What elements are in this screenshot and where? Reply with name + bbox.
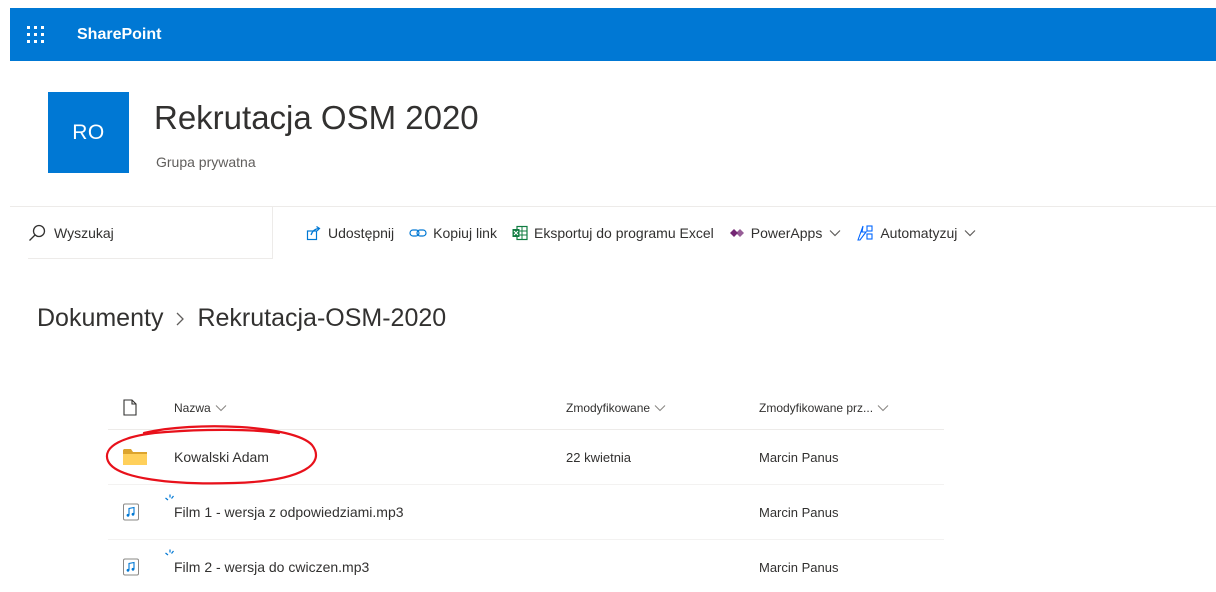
copy-link-label: Kopiuj link bbox=[433, 224, 497, 241]
chevron-down-icon bbox=[654, 404, 666, 411]
powerapps-label: PowerApps bbox=[750, 224, 823, 241]
row-name-cell: Film 2 - wersja do cwiczen.mp3 bbox=[165, 549, 566, 575]
modified-column-label: Zmodyfikowane bbox=[566, 400, 651, 415]
powerapps-menu-button[interactable]: PowerApps bbox=[729, 225, 842, 241]
share-label: Udostępnij bbox=[328, 224, 395, 241]
chevron-down-icon bbox=[829, 229, 841, 236]
file-name-text: Film 2 - wersja do cwiczen.mp3 bbox=[174, 559, 370, 575]
site-logo-text: RO bbox=[72, 120, 105, 144]
link-icon bbox=[409, 228, 427, 237]
site-subtitle: Grupa prywatna bbox=[156, 154, 256, 170]
sharepoint-brand-link[interactable]: SharePoint bbox=[77, 26, 161, 44]
row-modified-by: Marcin Panus bbox=[759, 559, 839, 575]
row-modified: 22 kwietnia bbox=[566, 449, 632, 465]
share-button[interactable]: Udostępnij bbox=[306, 225, 394, 241]
name-column-label: Nazwa bbox=[174, 400, 211, 415]
document-list: Nazwa Zmodyfikowane Zmodyfikowane prz... bbox=[108, 386, 944, 592]
search-icon bbox=[29, 224, 46, 241]
command-bar: Wyszukaj Udostępnij Kopiuj link Eksportu… bbox=[10, 206, 1216, 259]
row-icon-cell bbox=[108, 503, 174, 521]
audio-file-icon bbox=[123, 503, 139, 521]
new-item-icon bbox=[165, 494, 174, 501]
chevron-down-icon bbox=[877, 404, 889, 411]
sharepoint-page: SharePoint RO Rekrutacja OSM 2020 Grupa … bbox=[0, 0, 1216, 592]
breadcrumb: Dokumenty Rekrutacja-OSM-2020 bbox=[37, 304, 446, 333]
red-circle-annotation bbox=[105, 425, 318, 485]
automate-label: Automatyzuj bbox=[880, 224, 958, 241]
chevron-down-icon bbox=[964, 229, 976, 236]
document-icon bbox=[123, 399, 137, 416]
row-name-cell: Film 1 - wersja z odpowiedziami.mp3 bbox=[165, 494, 566, 520]
audio-file-icon bbox=[123, 558, 139, 576]
list-row-file[interactable]: Film 1 - wersja z odpowiedziami.mp3 Marc… bbox=[108, 485, 944, 540]
row-modified-by: Marcin Panus bbox=[759, 449, 839, 465]
chevron-right-icon bbox=[175, 311, 185, 327]
row-icon-cell bbox=[108, 558, 174, 576]
excel-icon bbox=[512, 225, 528, 240]
modified-by-column-label: Zmodyfikowane prz... bbox=[759, 400, 874, 415]
command-items: Udostępnij Kopiuj link Eksportuj do prog… bbox=[306, 207, 991, 258]
file-name-link[interactable]: Film 2 - wersja do cwiczen.mp3 bbox=[165, 549, 370, 575]
automate-icon bbox=[857, 224, 873, 241]
copy-link-button[interactable]: Kopiuj link bbox=[409, 225, 497, 241]
search-placeholder: Wyszukaj bbox=[54, 224, 114, 241]
share-icon bbox=[306, 225, 321, 240]
file-type-header[interactable] bbox=[108, 399, 174, 416]
list-row-file[interactable]: Film 2 - wersja do cwiczen.mp3 Marcin Pa… bbox=[108, 540, 944, 592]
file-name-text: Film 1 - wersja z odpowiedziami.mp3 bbox=[174, 504, 404, 520]
export-excel-button[interactable]: Eksportuj do programu Excel bbox=[512, 225, 714, 241]
search-input[interactable]: Wyszukaj bbox=[28, 207, 273, 259]
file-name-link[interactable]: Film 1 - wersja z odpowiedziami.mp3 bbox=[165, 494, 404, 520]
modified-by-column-header[interactable]: Zmodyfikowane prz... bbox=[759, 401, 944, 415]
breadcrumb-documents[interactable]: Dokumenty bbox=[37, 304, 163, 333]
new-item-icon bbox=[165, 549, 174, 556]
app-launcher-icon[interactable] bbox=[25, 24, 47, 46]
chevron-down-icon bbox=[215, 404, 227, 411]
automate-menu-button[interactable]: Automatyzuj bbox=[856, 225, 976, 241]
breadcrumb-current-folder[interactable]: Rekrutacja-OSM-2020 bbox=[197, 304, 446, 333]
row-modified-by: Marcin Panus bbox=[759, 504, 839, 520]
site-title[interactable]: Rekrutacja OSM 2020 bbox=[154, 98, 479, 138]
name-column-header[interactable]: Nazwa bbox=[174, 401, 566, 415]
modified-column-header[interactable]: Zmodyfikowane bbox=[566, 401, 759, 415]
powerapps-icon bbox=[729, 228, 744, 237]
site-logo[interactable]: RO bbox=[48, 92, 129, 173]
export-excel-label: Eksportuj do programu Excel bbox=[533, 224, 714, 241]
suite-bar: SharePoint bbox=[10, 8, 1216, 61]
